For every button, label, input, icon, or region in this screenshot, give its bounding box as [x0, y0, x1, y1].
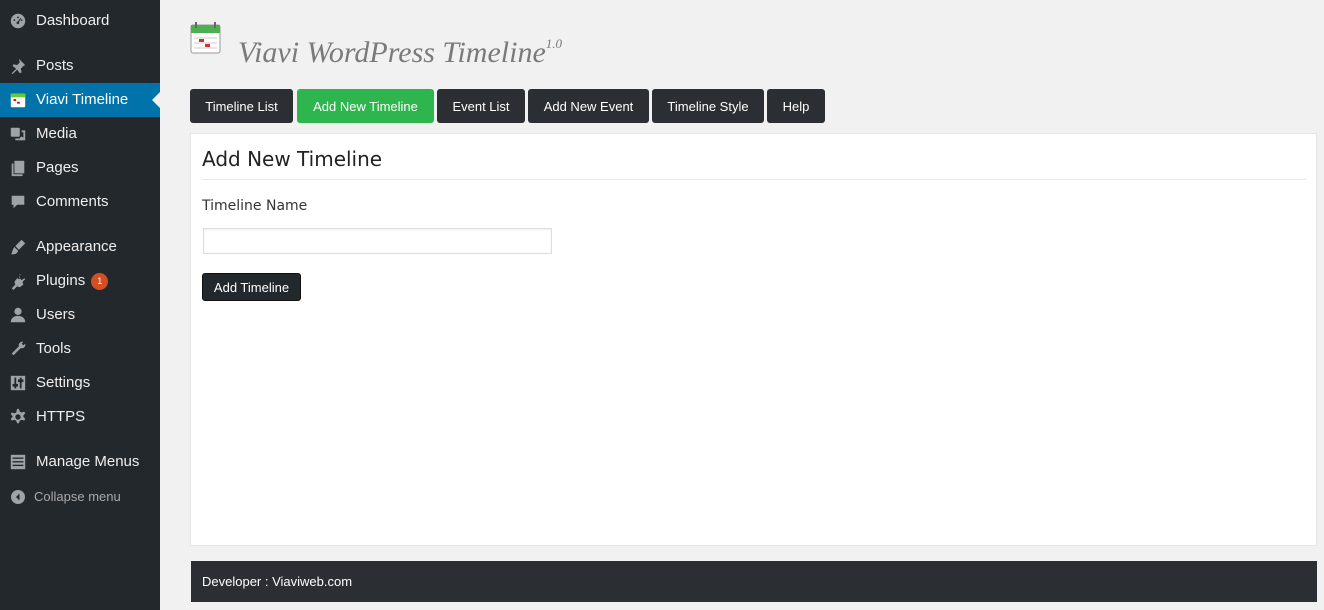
sidebar-item-posts[interactable]: Posts: [0, 49, 160, 83]
sidebar-item-label: Dashboard: [36, 12, 110, 29]
sidebar-item-label: Appearance: [36, 238, 117, 255]
plugin-icon: [8, 272, 28, 290]
page-title: Viavi WordPress Timeline1.0: [238, 36, 563, 69]
sidebar-item-label: Viavi Timeline: [36, 91, 129, 108]
calendar-logo-icon: [190, 22, 222, 54]
sidebar-item-manage-menus[interactable]: Manage Menus: [0, 445, 160, 479]
timeline-name-input[interactable]: [203, 228, 552, 254]
pages-icon: [8, 159, 28, 177]
sidebar-item-dashboard[interactable]: Dashboard: [0, 4, 160, 38]
sidebar-item-label: Media: [36, 125, 77, 142]
sidebar-item-label: Settings: [36, 374, 91, 391]
list-icon: [8, 453, 28, 471]
calendar-icon: [8, 91, 28, 109]
sidebar-item-settings[interactable]: Settings: [0, 366, 160, 400]
collapse-arrow-icon: [10, 489, 26, 505]
tab-event-list[interactable]: Event List: [437, 89, 525, 123]
dashboard-icon: [8, 12, 28, 30]
sidebar-item-label: Comments: [36, 193, 109, 210]
sidebar-item-label: Users: [36, 306, 76, 323]
sidebar-item-label: Plugins 1: [36, 272, 109, 290]
tab-timeline-style[interactable]: Timeline Style: [652, 89, 764, 123]
sidebar-item-label: Tools: [36, 340, 72, 357]
settings-icon: [8, 374, 28, 392]
brush-icon: [8, 238, 28, 256]
tab-help[interactable]: Help: [767, 89, 825, 123]
sidebar-item-plugins[interactable]: Plugins 1: [0, 264, 160, 298]
sidebar-item-media[interactable]: Media: [0, 117, 160, 151]
add-timeline-button[interactable]: Add Timeline: [202, 273, 301, 301]
developer-credit: Developer : Viaviweb.com: [202, 574, 353, 589]
timeline-name-label: Timeline Name: [202, 198, 308, 214]
sidebar-item-label: Posts: [36, 57, 74, 74]
collapse-menu-label: Collapse menu: [34, 489, 121, 504]
sidebar-item-pages[interactable]: Pages: [0, 151, 160, 185]
version-label: 1.0: [545, 36, 563, 51]
collapse-menu-button[interactable]: Collapse menu: [0, 485, 160, 509]
pin-icon: [8, 57, 28, 75]
gear-icon: [8, 408, 28, 426]
update-count-badge: 1: [91, 273, 109, 290]
sidebar-item-label: Pages: [36, 159, 79, 176]
sidebar-item-appearance[interactable]: Appearance: [0, 230, 160, 264]
sidebar-item-https[interactable]: HTTPS: [0, 400, 160, 434]
tab-add-new-event[interactable]: Add New Event: [528, 89, 649, 123]
wrench-icon: [8, 340, 28, 358]
sidebar-item-users[interactable]: Users: [0, 298, 160, 332]
admin-sidebar: Dashboard Posts Viavi Timeline Media Pag…: [0, 0, 160, 610]
developer-footer: Developer : Viaviweb.com: [191, 561, 1317, 602]
add-timeline-panel: Add New Timeline Timeline Name Add Timel…: [190, 133, 1317, 546]
user-icon: [8, 306, 28, 324]
plugin-header: Viavi WordPress Timeline1.0: [190, 22, 790, 69]
sidebar-item-comments[interactable]: Comments: [0, 185, 160, 219]
sidebar-item-tools[interactable]: Tools: [0, 332, 160, 366]
panel-heading: Add New Timeline: [202, 147, 383, 171]
sidebar-item-viavi-timeline[interactable]: Viavi Timeline: [0, 83, 160, 117]
tab-timeline-list[interactable]: Timeline List: [190, 89, 293, 123]
sidebar-item-label: Manage Menus: [36, 453, 140, 470]
sidebar-item-label: HTTPS: [36, 408, 86, 425]
media-icon: [8, 125, 28, 143]
panel-divider: [202, 179, 1306, 180]
comment-icon: [8, 193, 28, 211]
tab-add-new-timeline[interactable]: Add New Timeline: [297, 89, 434, 123]
